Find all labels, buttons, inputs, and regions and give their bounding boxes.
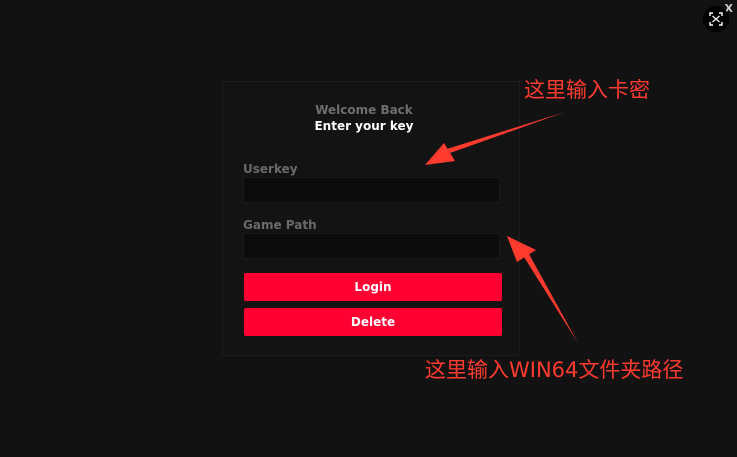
- screenshot-scan-icon: [709, 12, 723, 26]
- app-window: X Welcome Back Enter your key Userkey Ga…: [0, 0, 737, 457]
- userkey-label: Userkey: [243, 162, 298, 176]
- login-panel: Welcome Back Enter your key Userkey Game…: [222, 81, 520, 356]
- key-hint-annotation: 这里输入卡密: [524, 78, 650, 102]
- login-button[interactable]: Login: [244, 273, 502, 301]
- userkey-input[interactable]: [243, 177, 500, 203]
- delete-button[interactable]: Delete: [244, 308, 502, 336]
- enter-key-subtitle: Enter your key: [314, 119, 414, 133]
- welcome-heading: Welcome Back: [315, 103, 413, 117]
- game-path-label: Game Path: [243, 218, 317, 232]
- path-hint-annotation: 这里输入WIN64文件夹路径: [425, 358, 684, 382]
- game-path-input[interactable]: [243, 233, 500, 259]
- screenshot-button[interactable]: [703, 6, 729, 32]
